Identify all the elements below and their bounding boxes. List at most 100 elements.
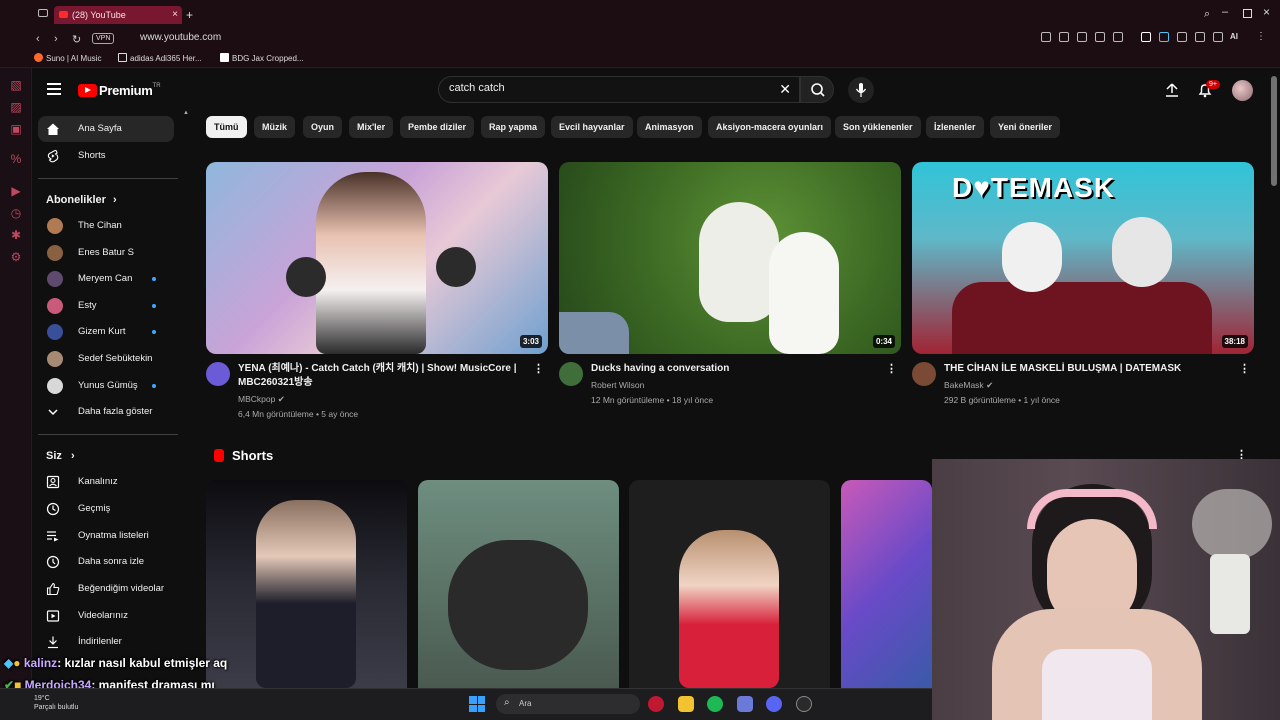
bookmark-item[interactable]: Suno | AI Music xyxy=(34,53,101,65)
wallet-icon[interactable]: ▨ xyxy=(9,100,23,114)
aria-icon[interactable]: ▧ xyxy=(9,78,23,92)
taskbar-search[interactable] xyxy=(496,694,640,714)
chip-filter[interactable]: Animasyon xyxy=(637,116,702,138)
vpn-badge[interactable]: VPN xyxy=(92,33,115,44)
short-card[interactable] xyxy=(418,480,619,688)
extension-icon[interactable] xyxy=(1041,32,1051,42)
create-button[interactable] xyxy=(1164,82,1180,103)
tab-menu-icon[interactable] xyxy=(38,9,48,17)
search-input[interactable] xyxy=(449,82,769,94)
maximize-icon[interactable] xyxy=(1243,9,1252,18)
sidebar-item-liked-videos[interactable]: Beğendiğim videolar xyxy=(38,576,174,602)
chip-filter[interactable]: Tümü xyxy=(206,116,247,138)
subscriptions-header[interactable]: Abonelikler › xyxy=(46,194,117,206)
chip-filter[interactable]: Aksiyon-macera oyunları xyxy=(708,116,832,138)
download-icon[interactable] xyxy=(1213,32,1223,42)
video-thumbnail[interactable]: 3:03 xyxy=(206,162,548,354)
sidebar-item-watch-later[interactable]: Daha sonra izle xyxy=(38,549,174,575)
player-icon[interactable]: ▶ xyxy=(9,184,23,198)
forward-icon[interactable]: › xyxy=(54,33,58,45)
settings-icon[interactable]: ⚙ xyxy=(9,250,23,264)
sidebar-item-downloads[interactable]: İndirilenler xyxy=(38,629,174,655)
search-button[interactable] xyxy=(800,76,834,103)
youtube-premium-logo[interactable]: PremiumTR xyxy=(78,82,161,100)
spotify-icon[interactable] xyxy=(707,696,723,712)
video-title[interactable]: YENA (최예나) - Catch Catch (캐치 캐치) | Show!… xyxy=(238,362,528,390)
extension-icon[interactable] xyxy=(1195,32,1205,42)
extension-icon[interactable] xyxy=(1159,32,1169,42)
more-icon[interactable]: ⋮ xyxy=(1256,31,1266,42)
app-icon[interactable] xyxy=(737,696,753,712)
sidebar-item-subscription[interactable]: Gizem Kurt xyxy=(38,319,174,345)
clear-search-icon[interactable]: ✕ xyxy=(779,81,791,98)
more-options-icon[interactable]: ⋮ xyxy=(1239,362,1250,375)
video-title[interactable]: THE CİHAN İLE MASKELİ BULUŞMA | DATEMASK xyxy=(944,362,1234,376)
short-card[interactable] xyxy=(206,480,407,688)
channel-name[interactable]: MBCkpop ✔ xyxy=(238,394,285,405)
sidebar-item-history[interactable]: Geçmiş xyxy=(38,496,174,522)
steam-icon[interactable] xyxy=(796,696,812,712)
back-icon[interactable]: ‹ xyxy=(36,33,40,45)
video-card[interactable]: 0:34 Ducks having a conversation Robert … xyxy=(559,162,901,414)
chip-filter[interactable]: Oyun xyxy=(303,116,343,138)
hamburger-menu-icon[interactable] xyxy=(47,83,61,95)
extension-icon[interactable] xyxy=(1095,32,1105,42)
video-card[interactable]: D♥TEMASK 38:18 THE CİHAN İLE MASKELİ BUL… xyxy=(912,162,1254,414)
short-card[interactable] xyxy=(629,480,830,688)
chip-filter[interactable]: Müzik xyxy=(254,116,296,138)
extension-icon[interactable] xyxy=(1077,32,1087,42)
sidebar-item-home[interactable]: Ana Sayfa xyxy=(38,116,174,142)
you-header[interactable]: Siz › xyxy=(46,450,75,462)
chip-filter[interactable]: İzlenenler xyxy=(926,116,984,138)
sidebar-item-subscription[interactable]: Sedef Sebüktekin xyxy=(38,346,174,372)
short-card[interactable] xyxy=(841,480,932,688)
heart-icon[interactable] xyxy=(1113,32,1123,42)
account-avatar[interactable] xyxy=(1232,80,1253,101)
windows-start-icon[interactable] xyxy=(469,696,485,712)
tiktok-icon[interactable]: ▣ xyxy=(9,122,23,136)
sidebar-item-your-channel[interactable]: Kanalınız xyxy=(38,469,174,495)
voice-search-button[interactable] xyxy=(848,77,874,103)
puzzle-icon[interactable]: ✱ xyxy=(9,228,23,242)
percent-icon[interactable]: % xyxy=(9,152,23,166)
extension-icon[interactable] xyxy=(1177,32,1187,42)
sidebar-item-subscription[interactable]: Yunus Gümüş xyxy=(38,373,174,399)
video-thumbnail[interactable]: 0:34 xyxy=(559,162,901,354)
sidebar-item-subscription[interactable]: Meryem Can xyxy=(38,266,174,292)
ai-icon[interactable]: AI xyxy=(1230,32,1238,41)
new-tab-icon[interactable]: + xyxy=(186,8,193,22)
page-scrollbar[interactable] xyxy=(1271,76,1277,186)
sidebar-item-subscription[interactable]: Esty xyxy=(38,293,174,319)
clock-icon[interactable]: ◷ xyxy=(9,206,23,220)
chip-filter[interactable]: Pembe diziler xyxy=(400,116,475,138)
channel-avatar[interactable] xyxy=(206,362,230,386)
channel-name[interactable]: BakeMask ✔ xyxy=(944,380,993,391)
chip-filter[interactable]: Evcil hayvanlar xyxy=(551,116,633,138)
sidebar-item-subscription[interactable]: Enes Batur S xyxy=(38,240,174,266)
file-explorer-icon[interactable] xyxy=(678,696,694,712)
video-card[interactable]: 3:03 YENA (최예나) - Catch Catch (캐치 캐치) | … xyxy=(206,162,548,419)
show-more-button[interactable]: Daha fazla göster xyxy=(38,399,174,425)
more-options-icon[interactable]: ⋮ xyxy=(533,362,544,375)
bookmark-item[interactable]: BDG Jax Cropped... xyxy=(220,53,304,65)
sidebar-item-shorts[interactable]: Shorts xyxy=(38,143,174,169)
bookmark-item[interactable]: adidas Adi365 Her... xyxy=(118,53,202,65)
chip-filter[interactable]: Yeni öneriler xyxy=(990,116,1061,138)
video-title[interactable]: Ducks having a conversation xyxy=(591,362,881,376)
chip-filter[interactable]: Rap yapma xyxy=(481,116,546,138)
opera-gx-icon[interactable] xyxy=(648,696,664,712)
reload-icon[interactable]: ↻ xyxy=(72,33,81,46)
chip-filter[interactable]: Son yüklenenler xyxy=(835,116,921,138)
weather-widget[interactable]: 19°C Parçalı bulutlu xyxy=(34,694,78,712)
video-thumbnail[interactable]: D♥TEMASK 38:18 xyxy=(912,162,1254,354)
minimize-icon[interactable]: – xyxy=(1222,6,1228,18)
chip-filter[interactable]: Mix'ler xyxy=(349,116,394,138)
tab-youtube[interactable]: (28) YouTube × xyxy=(54,6,182,24)
url-field[interactable]: www.youtube.com xyxy=(140,31,221,45)
tab-search-icon[interactable]: ⌕ xyxy=(1204,8,1210,21)
extension-icon[interactable] xyxy=(1141,32,1151,42)
sidebar-scroll-up-icon[interactable]: ▲ xyxy=(183,110,189,116)
sidebar-item-playlists[interactable]: Oynatma listeleri xyxy=(38,523,174,549)
sidebar-item-your-videos[interactable]: Videolarınız xyxy=(38,603,174,629)
discord-icon[interactable] xyxy=(766,696,782,712)
